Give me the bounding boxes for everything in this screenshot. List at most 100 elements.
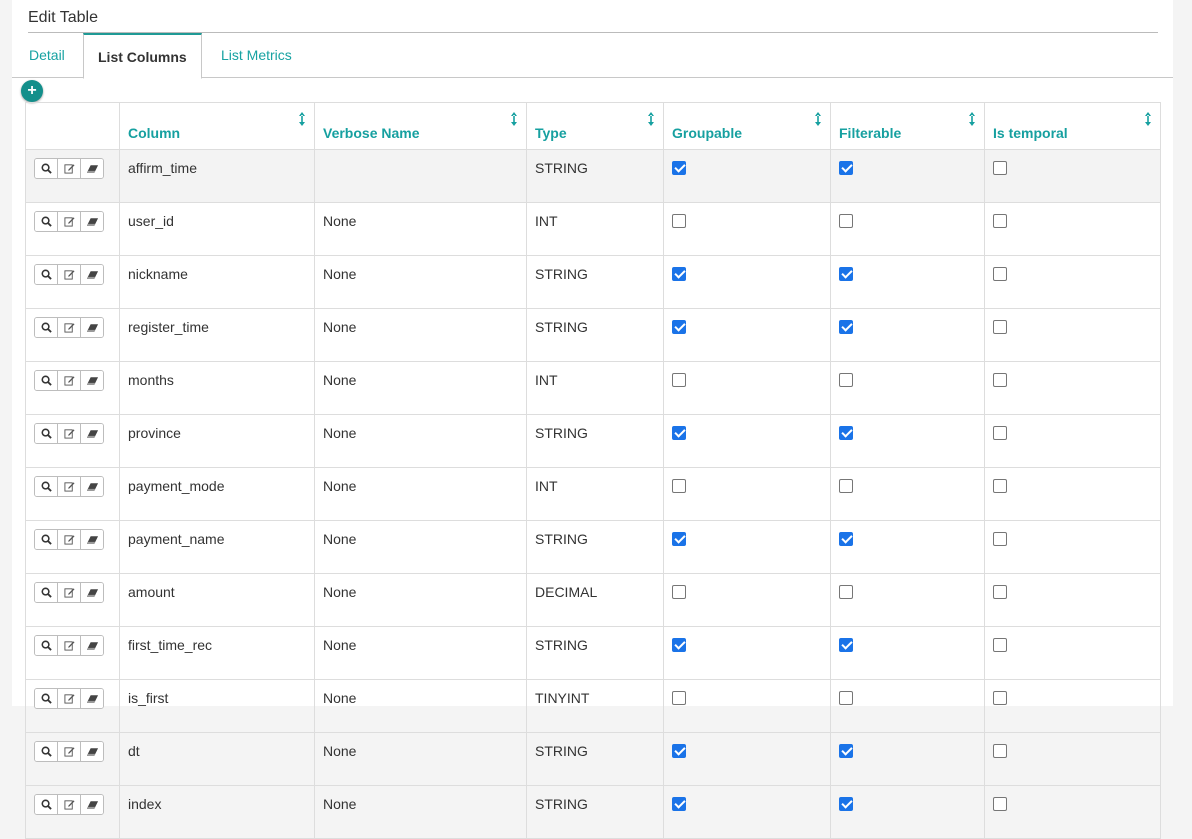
groupable-checkbox[interactable] bbox=[672, 638, 686, 652]
cell-column: amount bbox=[119, 573, 315, 627]
edit-icon[interactable] bbox=[57, 689, 80, 708]
temporal-checkbox[interactable] bbox=[993, 426, 1007, 440]
temporal-checkbox[interactable] bbox=[993, 744, 1007, 758]
search-icon[interactable] bbox=[35, 159, 57, 178]
edit-icon[interactable] bbox=[57, 212, 80, 231]
temporal-checkbox[interactable] bbox=[993, 797, 1007, 811]
filterable-checkbox[interactable] bbox=[839, 267, 853, 281]
search-icon[interactable] bbox=[35, 371, 57, 390]
edit-icon[interactable] bbox=[57, 424, 80, 443]
edit-icon[interactable] bbox=[57, 265, 80, 284]
eraser-icon[interactable] bbox=[80, 424, 103, 443]
edit-icon[interactable] bbox=[57, 371, 80, 390]
edit-icon[interactable] bbox=[57, 477, 80, 496]
cell-type: STRING bbox=[526, 626, 664, 680]
search-icon[interactable] bbox=[35, 265, 57, 284]
search-icon[interactable] bbox=[35, 424, 57, 443]
temporal-checkbox[interactable] bbox=[993, 320, 1007, 334]
tab-list-columns[interactable]: List Columns bbox=[83, 33, 202, 79]
filterable-checkbox[interactable] bbox=[839, 320, 853, 334]
groupable-checkbox[interactable] bbox=[672, 214, 686, 228]
edit-icon[interactable] bbox=[57, 530, 80, 549]
filterable-checkbox[interactable] bbox=[839, 532, 853, 546]
row-actions bbox=[25, 149, 120, 203]
eraser-icon[interactable] bbox=[80, 371, 103, 390]
groupable-checkbox[interactable] bbox=[672, 426, 686, 440]
groupable-checkbox[interactable] bbox=[672, 373, 686, 387]
temporal-checkbox[interactable] bbox=[993, 267, 1007, 281]
edit-icon[interactable] bbox=[57, 742, 80, 761]
eraser-icon[interactable] bbox=[80, 689, 103, 708]
eraser-icon[interactable] bbox=[80, 265, 103, 284]
filterable-checkbox[interactable] bbox=[839, 479, 853, 493]
eraser-icon[interactable] bbox=[80, 636, 103, 655]
search-icon[interactable] bbox=[35, 477, 57, 496]
groupable-checkbox[interactable] bbox=[672, 744, 686, 758]
edit-icon[interactable] bbox=[57, 318, 80, 337]
eraser-icon[interactable] bbox=[80, 583, 103, 602]
sort-arrows-icon[interactable] bbox=[510, 111, 518, 127]
filterable-checkbox[interactable] bbox=[839, 638, 853, 652]
temporal-checkbox[interactable] bbox=[993, 638, 1007, 652]
filterable-checkbox[interactable] bbox=[839, 373, 853, 387]
eraser-icon[interactable] bbox=[80, 212, 103, 231]
search-icon[interactable] bbox=[35, 212, 57, 231]
cell-filterable bbox=[830, 149, 985, 203]
search-icon[interactable] bbox=[35, 689, 57, 708]
groupable-checkbox[interactable] bbox=[672, 585, 686, 599]
edit-icon[interactable] bbox=[57, 159, 80, 178]
search-icon[interactable] bbox=[35, 742, 57, 761]
header-filterable[interactable]: Filterable bbox=[830, 102, 985, 150]
temporal-checkbox[interactable] bbox=[993, 214, 1007, 228]
temporal-checkbox[interactable] bbox=[993, 161, 1007, 175]
edit-icon[interactable] bbox=[57, 636, 80, 655]
add-column-button[interactable]: + bbox=[21, 80, 43, 102]
sort-arrows-icon[interactable] bbox=[647, 111, 655, 127]
filterable-checkbox[interactable] bbox=[839, 691, 853, 705]
eraser-icon[interactable] bbox=[80, 477, 103, 496]
groupable-checkbox[interactable] bbox=[672, 691, 686, 705]
search-icon[interactable] bbox=[35, 795, 57, 814]
header-verbose-name[interactable]: Verbose Name bbox=[314, 102, 527, 150]
search-icon[interactable] bbox=[35, 318, 57, 337]
header-type[interactable]: Type bbox=[526, 102, 664, 150]
search-icon[interactable] bbox=[35, 636, 57, 655]
search-icon[interactable] bbox=[35, 530, 57, 549]
sort-arrows-icon[interactable] bbox=[814, 111, 822, 127]
tab-list-metrics[interactable]: List Metrics bbox=[221, 33, 292, 77]
header-is-temporal[interactable]: Is temporal bbox=[984, 102, 1161, 150]
eraser-icon[interactable] bbox=[80, 318, 103, 337]
eraser-icon[interactable] bbox=[80, 742, 103, 761]
filterable-checkbox[interactable] bbox=[839, 797, 853, 811]
edit-icon[interactable] bbox=[57, 583, 80, 602]
eraser-icon[interactable] bbox=[80, 530, 103, 549]
eraser-icon[interactable] bbox=[80, 795, 103, 814]
header-column[interactable]: Column bbox=[119, 102, 315, 150]
filterable-checkbox[interactable] bbox=[839, 585, 853, 599]
groupable-checkbox[interactable] bbox=[672, 320, 686, 334]
tab-detail[interactable]: Detail bbox=[29, 33, 65, 77]
eraser-icon[interactable] bbox=[80, 159, 103, 178]
filterable-checkbox[interactable] bbox=[839, 214, 853, 228]
cell-verbose-name: None bbox=[314, 679, 527, 733]
temporal-checkbox[interactable] bbox=[993, 691, 1007, 705]
groupable-checkbox[interactable] bbox=[672, 532, 686, 546]
sort-arrows-icon[interactable] bbox=[1144, 111, 1152, 127]
filterable-checkbox[interactable] bbox=[839, 161, 853, 175]
temporal-checkbox[interactable] bbox=[993, 585, 1007, 599]
groupable-checkbox[interactable] bbox=[672, 797, 686, 811]
sort-arrows-icon[interactable] bbox=[968, 111, 976, 127]
groupable-checkbox[interactable] bbox=[672, 161, 686, 175]
header-groupable[interactable]: Groupable bbox=[663, 102, 831, 150]
groupable-checkbox[interactable] bbox=[672, 479, 686, 493]
temporal-checkbox[interactable] bbox=[993, 532, 1007, 546]
temporal-checkbox[interactable] bbox=[993, 479, 1007, 493]
cell-is-temporal bbox=[984, 414, 1161, 468]
filterable-checkbox[interactable] bbox=[839, 426, 853, 440]
filterable-checkbox[interactable] bbox=[839, 744, 853, 758]
search-icon[interactable] bbox=[35, 583, 57, 602]
sort-arrows-icon[interactable] bbox=[298, 111, 306, 127]
temporal-checkbox[interactable] bbox=[993, 373, 1007, 387]
edit-icon[interactable] bbox=[57, 795, 80, 814]
groupable-checkbox[interactable] bbox=[672, 267, 686, 281]
